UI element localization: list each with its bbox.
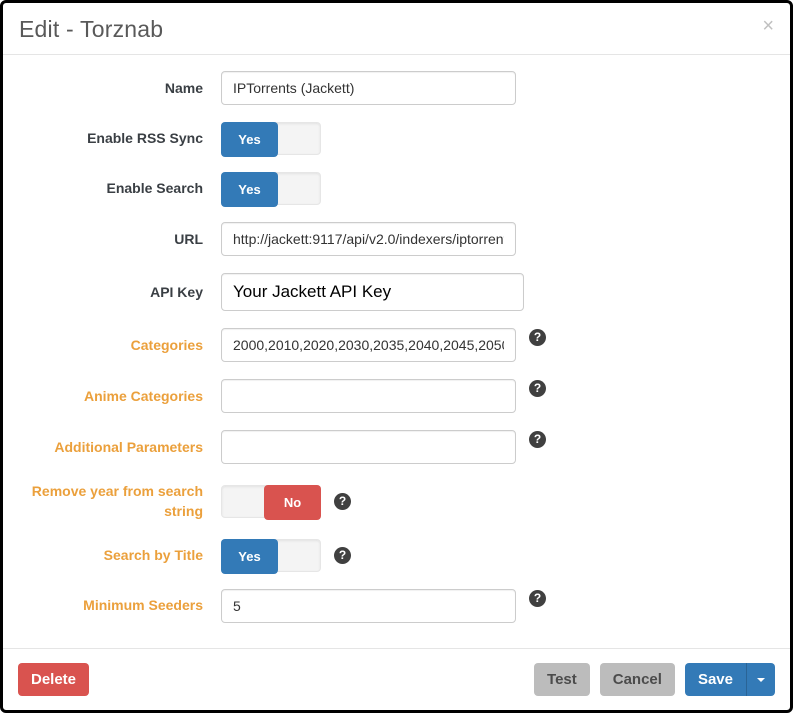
toggle-knob: Yes bbox=[221, 539, 278, 574]
field-categories: Categories ? bbox=[18, 328, 775, 362]
save-split-button: Save bbox=[685, 663, 775, 696]
api-key-input[interactable] bbox=[221, 273, 524, 311]
cancel-button[interactable]: Cancel bbox=[600, 663, 675, 696]
field-anime-categories: Anime Categories ? bbox=[18, 379, 775, 413]
save-button[interactable]: Save bbox=[685, 663, 746, 696]
modal-header: Edit - Torznab × bbox=[3, 3, 790, 55]
field-api-key: API Key bbox=[18, 273, 775, 311]
save-dropdown-button[interactable] bbox=[746, 663, 775, 696]
field-name: Name bbox=[18, 71, 775, 105]
anime-categories-label: Anime Categories bbox=[18, 386, 203, 406]
modal-title: Edit - Torznab bbox=[19, 16, 163, 43]
enable-rss-sync-toggle[interactable]: Yes bbox=[221, 122, 321, 155]
search-by-title-toggle[interactable]: Yes bbox=[221, 539, 321, 572]
field-additional-parameters: Additional Parameters ? bbox=[18, 430, 775, 464]
enable-search-label: Enable Search bbox=[18, 178, 203, 198]
help-icon[interactable]: ? bbox=[529, 380, 546, 397]
caret-down-icon bbox=[757, 678, 765, 682]
edit-torznab-modal: Edit - Torznab × Name Enable RSS Sync Ye… bbox=[0, 0, 793, 713]
categories-input[interactable] bbox=[221, 328, 516, 362]
toggle-knob: No bbox=[264, 485, 321, 520]
modal-footer: Delete Test Cancel Save bbox=[3, 648, 790, 710]
toggle-knob: Yes bbox=[221, 172, 278, 207]
field-minimum-seeders: Minimum Seeders ? bbox=[18, 589, 775, 623]
help-icon[interactable]: ? bbox=[529, 431, 546, 448]
name-label: Name bbox=[18, 78, 203, 98]
field-remove-year: Remove year from search string No ? bbox=[18, 481, 775, 522]
close-icon[interactable]: × bbox=[762, 16, 774, 36]
remove-year-label: Remove year from search string bbox=[18, 481, 203, 522]
field-enable-search: Enable Search Yes bbox=[18, 172, 775, 205]
anime-categories-input[interactable] bbox=[221, 379, 516, 413]
toggle-knob: Yes bbox=[221, 122, 278, 157]
enable-search-toggle[interactable]: Yes bbox=[221, 172, 321, 205]
remove-year-toggle[interactable]: No bbox=[221, 485, 321, 518]
test-button[interactable]: Test bbox=[534, 663, 590, 696]
delete-button[interactable]: Delete bbox=[18, 663, 89, 696]
minimum-seeders-label: Minimum Seeders bbox=[18, 595, 203, 615]
name-input[interactable] bbox=[221, 71, 516, 105]
field-enable-rss-sync: Enable RSS Sync Yes bbox=[18, 122, 775, 155]
enable-rss-sync-label: Enable RSS Sync bbox=[18, 128, 203, 148]
help-icon[interactable]: ? bbox=[529, 329, 546, 346]
minimum-seeders-input[interactable] bbox=[221, 589, 516, 623]
categories-label: Categories bbox=[18, 335, 203, 355]
search-by-title-label: Search by Title bbox=[18, 545, 203, 565]
modal-body: Name Enable RSS Sync Yes Enable Search Y… bbox=[3, 55, 790, 648]
help-icon[interactable]: ? bbox=[334, 547, 351, 564]
field-search-by-title: Search by Title Yes ? bbox=[18, 539, 775, 572]
additional-parameters-label: Additional Parameters bbox=[18, 437, 203, 457]
url-input[interactable] bbox=[221, 222, 516, 256]
help-icon[interactable]: ? bbox=[334, 493, 351, 510]
api-key-label: API Key bbox=[18, 282, 203, 302]
additional-parameters-input[interactable] bbox=[221, 430, 516, 464]
field-url: URL bbox=[18, 222, 775, 256]
url-label: URL bbox=[18, 229, 203, 249]
help-icon[interactable]: ? bbox=[529, 590, 546, 607]
